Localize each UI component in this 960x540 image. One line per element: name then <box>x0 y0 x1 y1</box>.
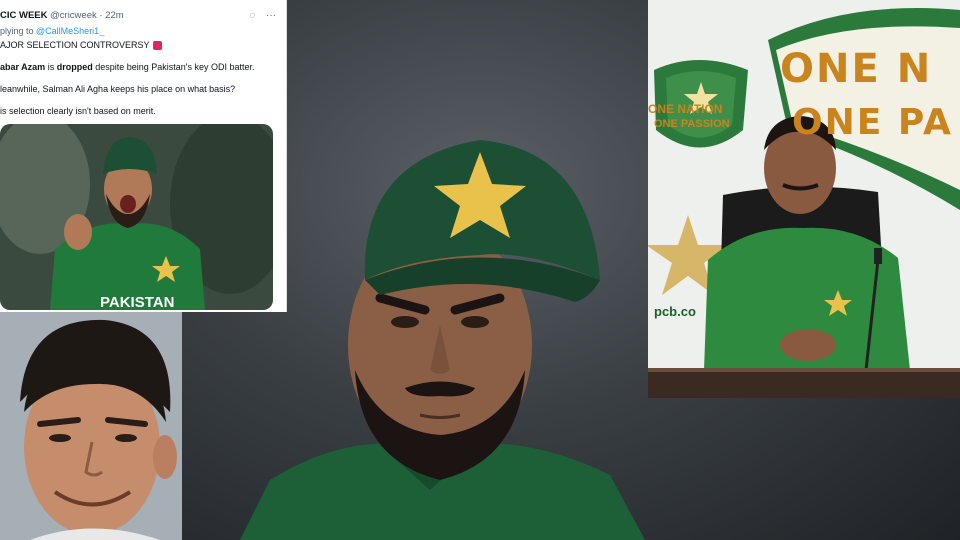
tweet-line-3: leanwhile, Salman Ali Agha keeps his pla… <box>0 84 236 94</box>
tweet-line-2: abar Azam is dropped despite being Pakis… <box>0 62 255 72</box>
banner-text-line-1: ONE N <box>780 46 933 92</box>
tweet-line-1-text: AJOR SELECTION CONTROVERSY <box>0 40 150 50</box>
tweet-header: CIC WEEK @cricweek · 22m <box>0 10 124 21</box>
logo-text-line-2: ONE PASSION <box>654 118 730 130</box>
main-player-photo <box>240 140 645 540</box>
smiling-player-photo <box>0 312 182 540</box>
tweet-author-name[interactable]: CIC WEEK <box>0 10 48 21</box>
reply-mention-link[interactable]: @CallMeSheri1_ <box>36 26 104 36</box>
grok-icon[interactable]: ◌ <box>249 10 255 21</box>
pcb-website-text: pcb.co <box>654 304 696 319</box>
press-conference-photo: ONE N ONE PA ONE NATION ONE PASSION pcb.… <box>648 0 960 398</box>
replying-to: plying to @CallMeSheri1_ <box>0 26 104 36</box>
logo-text-line-1: ONE NATION <box>648 102 723 116</box>
more-icon[interactable]: ··· <box>266 10 276 21</box>
alert-emoji-icon <box>152 41 162 51</box>
tweet-line-4: is selection clearly isn't based on meri… <box>0 106 156 116</box>
tweet-actions: ◌ ··· <box>241 10 276 21</box>
replying-label: plying to <box>0 26 37 36</box>
tweet-image-shirt-text: PAKISTAN <box>100 294 174 310</box>
tweet-line-2-rest: despite being Pakistan's key ODI batter. <box>92 62 255 72</box>
tweet-bold-name: abar Azam <box>0 62 46 72</box>
tweet-author-handle[interactable]: @cricweek <box>50 10 97 21</box>
tweet-line-1: AJOR SELECTION CONTROVERSY <box>0 40 162 51</box>
tweet-image[interactable]: PAKISTAN <box>0 124 273 310</box>
tweet-line-2-mid: is <box>45 62 57 72</box>
tweet-time[interactable]: · 22m <box>99 10 123 21</box>
tweet-card[interactable]: CIC WEEK @cricweek · 22m ◌ ··· plying to… <box>0 0 287 312</box>
banner-text-line-2: ONE PA <box>792 102 953 143</box>
tweet-bold-dropped: dropped <box>56 62 93 72</box>
